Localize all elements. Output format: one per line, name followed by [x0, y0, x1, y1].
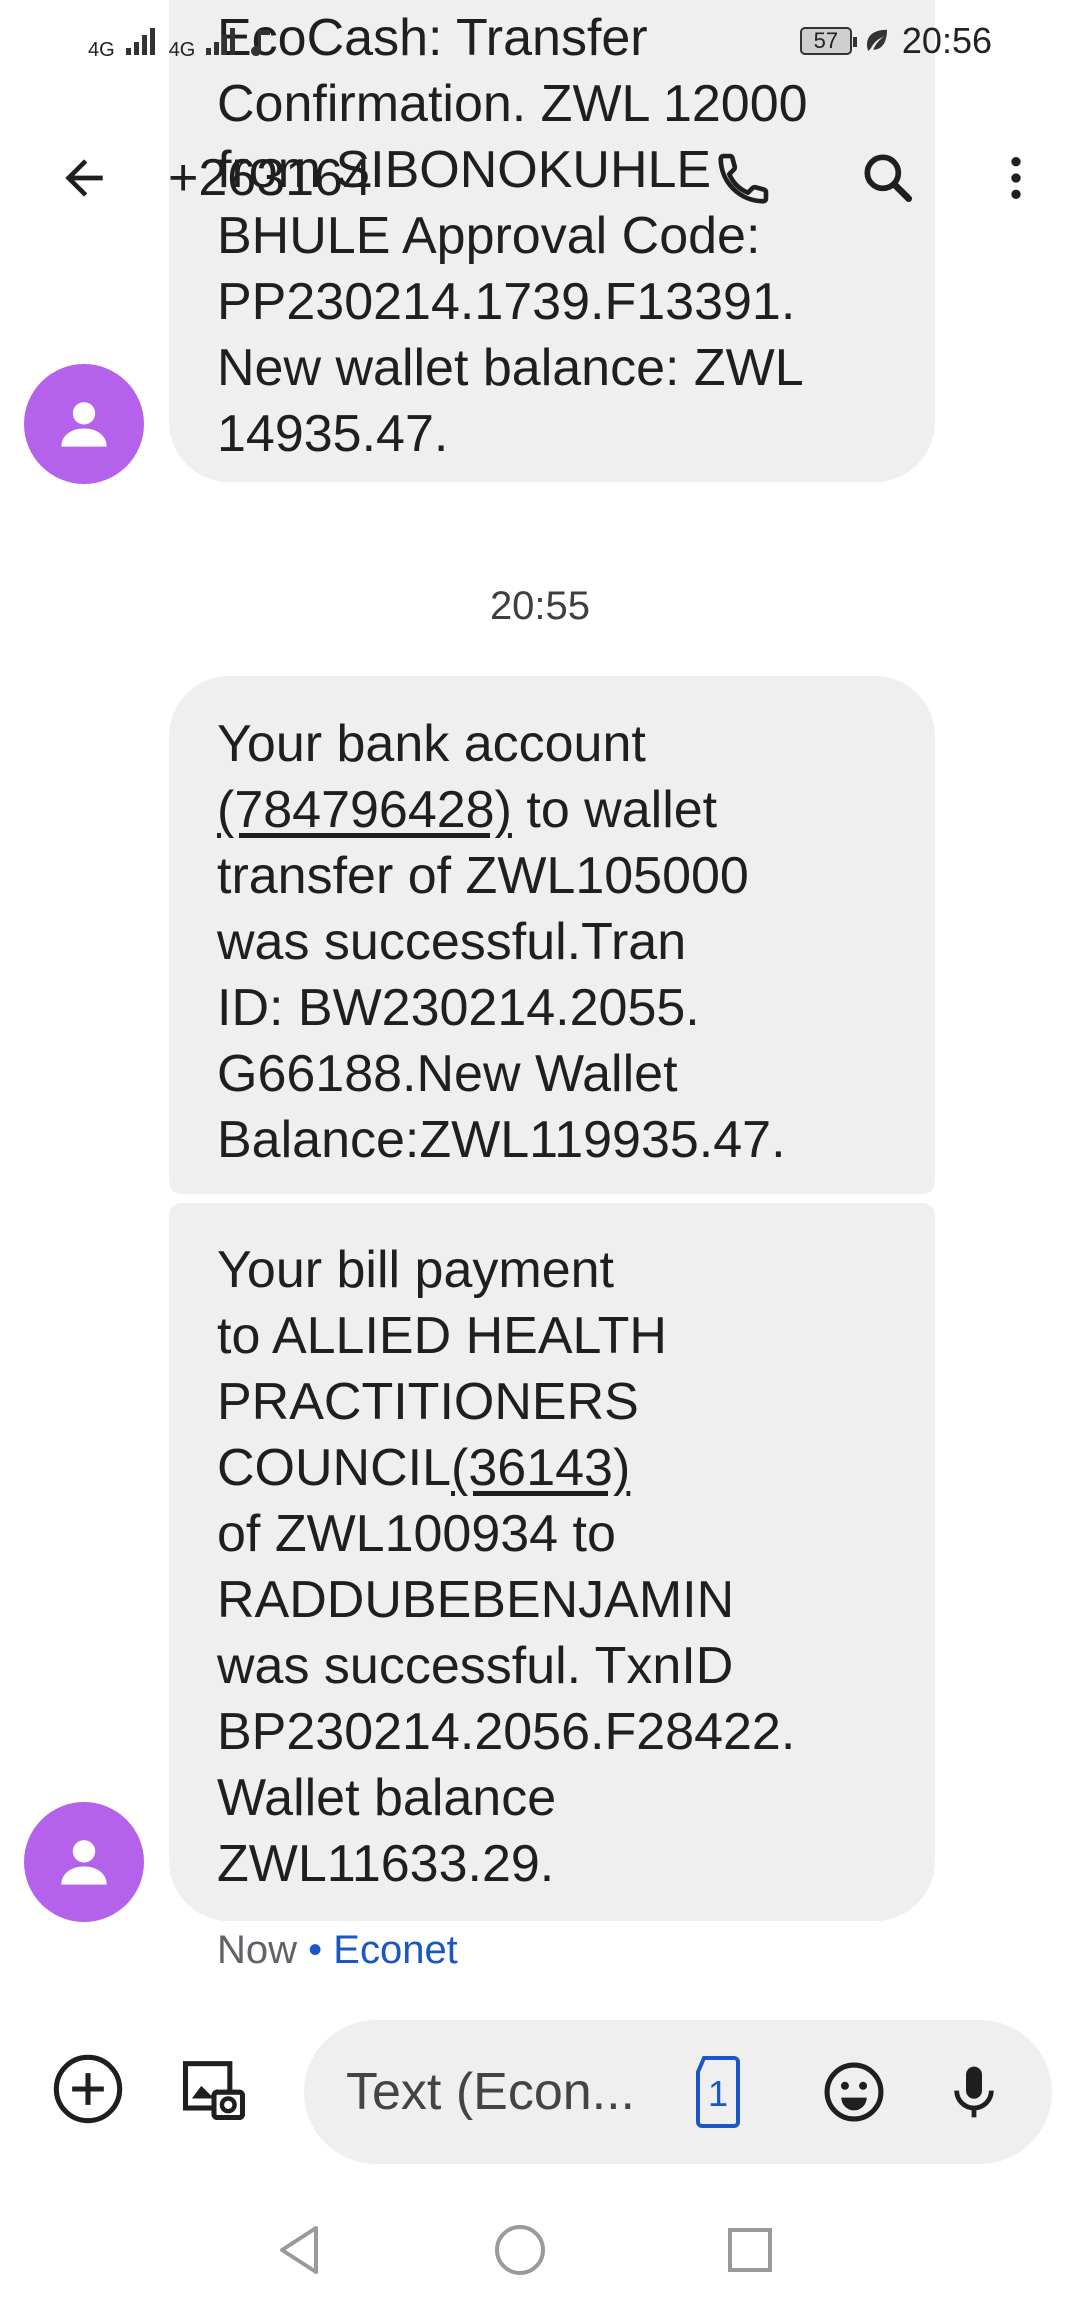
- battery-icon: 57: [799, 27, 857, 55]
- message-input-placeholder: Text (Econ...: [346, 2063, 635, 2121]
- battery-level: 57: [813, 28, 839, 53]
- message-line: New wallet balance: ZWL: [217, 339, 804, 397]
- emoji-icon: [824, 2062, 884, 2122]
- call-button[interactable]: [696, 130, 792, 226]
- avatar[interactable]: [24, 1802, 144, 1922]
- conversation[interactable]: EcoCash: Transfer Confirmation. ZWL 1200…: [0, 0, 1080, 2000]
- carrier-label: Econet: [333, 1928, 458, 1972]
- messages-screen: EcoCash: Transfer Confirmation. ZWL 1200…: [0, 0, 1080, 2312]
- circle-home-icon: [495, 2225, 545, 2275]
- message-text: to wallet transfer of ZWL105000 was succ…: [217, 781, 786, 1169]
- message-line: 14935.47.: [217, 405, 449, 463]
- add-circle-icon: [53, 2054, 123, 2124]
- phone-icon: [718, 153, 769, 204]
- message-bubble[interactable]: Your bill payment to ALLIED HEALTH PRACT…: [169, 1203, 935, 1921]
- add-attachment-button[interactable]: [40, 2041, 136, 2137]
- music-note-icon: [251, 30, 271, 56]
- gallery-icon: [182, 2061, 246, 2121]
- network-type: 4G: [168, 38, 196, 61]
- mic-icon: [954, 2066, 994, 2118]
- square-recents-icon: [728, 2228, 772, 2272]
- conversation-title[interactable]: +263164: [168, 148, 372, 208]
- sim-selector[interactable]: 1: [688, 2052, 748, 2137]
- leaf-icon: [866, 29, 887, 51]
- message-input[interactable]: Text (Econ... 1: [304, 2020, 1052, 2164]
- status-bar: 4G 4G 57 20:56: [0, 0, 1080, 82]
- separator: •: [297, 1928, 334, 1972]
- signal-icon: [125, 28, 155, 55]
- nav-recents-button[interactable]: [720, 2220, 780, 2285]
- search-icon: [864, 153, 913, 202]
- message-time: Now: [217, 1928, 298, 1972]
- status-right: 57 20:56: [799, 20, 992, 62]
- back-button[interactable]: [36, 130, 132, 226]
- sim-slot-number: 1: [708, 2073, 728, 2114]
- voice-input-button[interactable]: [926, 2044, 1022, 2140]
- message-timestamp: 20:55: [489, 584, 591, 628]
- message-status: Now • Econet: [217, 1928, 458, 1973]
- search-button[interactable]: [840, 130, 936, 226]
- account-number-link[interactable]: (784796428): [217, 781, 512, 839]
- clock: 20:56: [901, 20, 992, 61]
- status-left: 4G 4G: [88, 21, 275, 62]
- message-bubble[interactable]: Your bank account (784796428) to wallet …: [169, 676, 935, 1194]
- emoji-button[interactable]: [806, 2044, 902, 2140]
- compose-bar: Text (Econ... 1: [0, 2004, 1080, 2174]
- arrow-left-icon: [65, 158, 103, 197]
- nav-home-button[interactable]: [490, 2220, 550, 2285]
- signal-icon: [206, 28, 236, 55]
- more-vert-icon: [1011, 156, 1021, 199]
- network-type: 4G: [88, 38, 115, 61]
- avatar[interactable]: [24, 364, 144, 484]
- triangle-back-icon: [280, 2226, 318, 2274]
- person-icon: [61, 1840, 107, 1885]
- message-text: of ZWL100934 to RADDUBEBENJAMIN was succ…: [217, 1505, 796, 1893]
- gallery-button[interactable]: [166, 2041, 262, 2137]
- message-line: PP230214.1739.F13391.: [217, 273, 796, 331]
- more-options-button[interactable]: [968, 130, 1064, 226]
- app-bar: +263164: [0, 90, 1080, 265]
- message-text: Your bank account: [217, 715, 646, 773]
- person-icon: [61, 402, 107, 447]
- sim-card-icon: 1: [696, 2056, 740, 2128]
- biller-code-link[interactable]: (36143): [451, 1439, 630, 1497]
- nav-back-button[interactable]: [270, 2220, 330, 2285]
- system-navigation-bar: [0, 2200, 1080, 2312]
